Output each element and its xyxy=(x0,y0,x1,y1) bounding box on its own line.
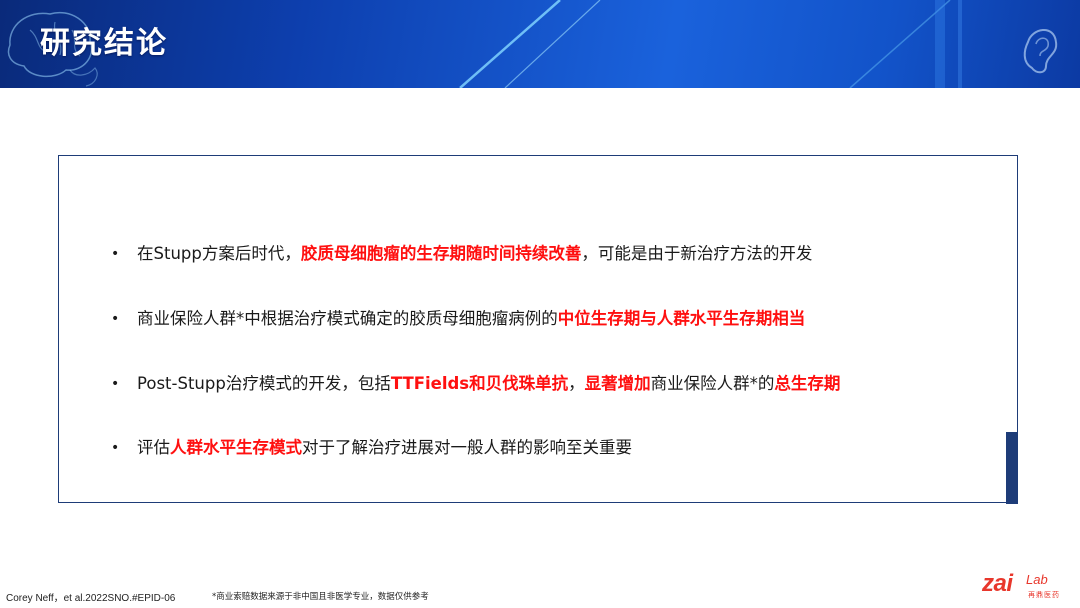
panel-accent-bar xyxy=(1006,432,1018,504)
highlighted-text: 中位生存期与人群水平生存期相当 xyxy=(557,309,806,328)
bullet-list: • 在Stupp方案后时代，胶质母细胞瘤的生存期随时间持续改善，可能是由于新治疗… xyxy=(59,156,1017,502)
bullet-text: 在Stupp方案后时代，胶质母细胞瘤的生存期随时间持续改善，可能是由于新治疗方法… xyxy=(137,244,812,263)
plain-text: 商业保险人群*的 xyxy=(650,374,775,393)
bullet-marker: • xyxy=(111,376,120,392)
footnote: *商业索赔数据来源于非中国且非医学专业，数据仅供参考 xyxy=(212,592,429,602)
bullet-text: 评估人群水平生存模式对于了解治疗进展对一般人群的影响至关重要 xyxy=(137,438,632,457)
ear-icon xyxy=(1023,29,1058,74)
bullet-text: Post-Stupp治疗模式的开发，包括TTFields和贝伐珠单抗，显著增加商… xyxy=(137,374,840,393)
plain-text: 在Stupp方案后时代， xyxy=(137,244,301,263)
citation: Corey Neff，et al.2022SNO.#EPID-06 xyxy=(6,593,176,604)
conclusion-panel: • 在Stupp方案后时代，胶质母细胞瘤的生存期随时间持续改善，可能是由于新治疗… xyxy=(58,155,1018,503)
highlighted-text: 显著增加 xyxy=(584,374,651,393)
plain-text: 商业保险人群*中根据治疗模式确定的胶质母细胞瘤病例的 xyxy=(137,309,558,328)
highlighted-text: 总生存期 xyxy=(774,374,841,393)
company-logo: zai Lab 再鼎医药 xyxy=(982,570,1060,599)
bullet-text: 商业保险人群*中根据治疗模式确定的胶质母细胞瘤病例的中位生存期与人群水平生存期相… xyxy=(137,309,805,328)
highlighted-text: TTFields和贝伐珠单抗 xyxy=(390,374,569,393)
plain-text: ，可能是由于新治疗方法的开发 xyxy=(581,244,813,263)
highlighted-text: 胶质母细胞瘤的生存期随时间持续改善 xyxy=(300,244,582,263)
bullet-item: • 商业保险人群*中根据治疗模式确定的胶质母细胞瘤病例的中位生存期与人群水平生存… xyxy=(111,306,805,332)
bullet-marker: • xyxy=(111,440,120,456)
plain-text: Post-Stupp治疗模式的开发，包括 xyxy=(137,374,391,393)
bullet-item: • 评估人群水平生存模式对于了解治疗进展对一般人群的影响至关重要 xyxy=(111,435,632,461)
plain-text: 对于了解治疗进展对一般人群的影响至关重要 xyxy=(302,438,632,457)
bullet-item: • 在Stupp方案后时代，胶质母细胞瘤的生存期随时间持续改善，可能是由于新治疗… xyxy=(111,241,812,267)
page-title: 研究结论 xyxy=(40,26,168,61)
plain-text: ， xyxy=(568,374,585,393)
plain-text: 评估 xyxy=(137,438,170,457)
bullet-item: • Post-Stupp治疗模式的开发，包括TTFields和贝伐珠单抗，显著增… xyxy=(111,371,840,397)
bullet-marker: • xyxy=(111,311,120,327)
highlighted-text: 人群水平生存模式 xyxy=(170,438,302,457)
bullet-marker: • xyxy=(111,246,120,262)
header-banner: 研究结论 xyxy=(0,0,1080,88)
